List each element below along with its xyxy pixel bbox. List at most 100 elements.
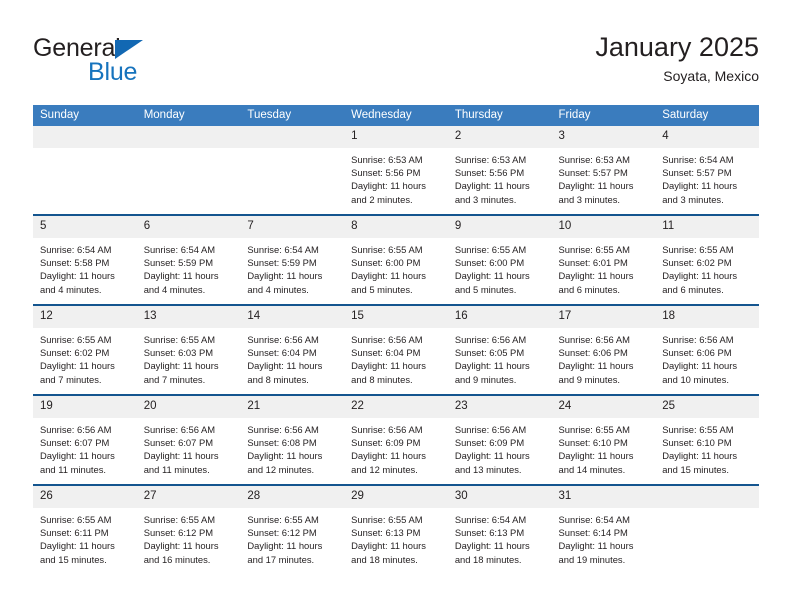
- calendar-day-cell[interactable]: 22 Sunrise: 6:56 AM Sunset: 6:09 PM Dayligh…: [344, 394, 448, 485]
- calendar-day-cell[interactable]: 2 Sunrise: 6:53 AM Sunset: 5:56 PM Daylight…: [447, 126, 552, 215]
- daylight-text-line2: and 13 minutes.: [454, 463, 522, 475]
- calendar-day-cell[interactable]: [136, 126, 241, 215]
- sunset-text: Sunset: 6:04 PM: [247, 347, 317, 359]
- sunset-text: Sunset: 6:08 PM: [247, 437, 317, 449]
- day-number: 13: [136, 306, 241, 328]
- day-number: 24: [551, 396, 656, 418]
- sunrise-text: Sunrise: 6:54 AM: [40, 244, 112, 255]
- calendar-day-cell[interactable]: 18 Sunrise: 6:56 AM Sunset: 6:06 PM Dayligh…: [655, 304, 759, 395]
- calendar-day-cell[interactable]: 17 Sunrise: 6:56 AM Sunset: 6:06 PM Dayligh…: [551, 304, 656, 395]
- day-details: Sunrise: 6:55 AM Sunset: 6:13 PM Daylight:…: [344, 508, 448, 566]
- calendar-day-cell[interactable]: 12 Sunrise: 6:55 AM Sunset: 6:02 PM Dayligh…: [33, 304, 137, 395]
- calendar-day-cell[interactable]: 7 Sunrise: 6:54 AM Sunset: 5:59 PM Daylight…: [240, 214, 345, 305]
- calendar-day-cell[interactable]: 9 Sunrise: 6:55 AM Sunset: 6:00 PM Daylight…: [447, 214, 552, 305]
- daylight-text-line2: and 17 minutes.: [247, 553, 315, 565]
- calendar-day-cell[interactable]: 6 Sunrise: 6:54 AM Sunset: 5:59 PM Daylight…: [136, 214, 241, 305]
- daylight-text-line2: and 9 minutes.: [454, 373, 517, 385]
- daylight-text-line2: and 5 minutes.: [454, 283, 517, 295]
- daylight-text-line1: Daylight: 11 hours: [454, 450, 530, 462]
- daylight-text-line1: Daylight: 11 hours: [662, 360, 738, 372]
- calendar-day-cell[interactable]: 1 Sunrise: 6:53 AM Sunset: 5:56 PM Daylight…: [344, 126, 448, 215]
- calendar-day-cell[interactable]: 20 Sunrise: 6:56 AM Sunset: 6:07 PM Dayligh…: [136, 394, 241, 485]
- calendar-day-cell[interactable]: 30 Sunrise: 6:54 AM Sunset: 6:13 PM Dayligh…: [447, 484, 552, 574]
- calendar-day-cell[interactable]: 23 Sunrise: 6:56 AM Sunset: 6:09 PM Dayligh…: [447, 394, 552, 485]
- calendar-day-cell[interactable]: 3 Sunrise: 6:53 AM Sunset: 5:57 PM Daylight…: [551, 126, 656, 215]
- calendar-day-cell[interactable]: [240, 126, 345, 215]
- calendar-week-row: 26 Sunrise: 6:55 AM Sunset: 6:11 PM Dayligh…: [33, 484, 759, 574]
- daylight-text-line1: Daylight: 11 hours: [143, 270, 219, 282]
- daylight-text-line2: and 9 minutes.: [558, 373, 621, 385]
- daylight-text-line1: Daylight: 11 hours: [247, 450, 323, 462]
- logo-triangle-icon: [115, 40, 143, 59]
- day-details: Sunrise: 6:55 AM Sunset: 6:12 PM Daylight:…: [137, 508, 241, 566]
- day-number: 26: [33, 486, 137, 508]
- day-details: Sunrise: 6:55 AM Sunset: 6:02 PM Daylight:…: [33, 328, 137, 386]
- sunrise-text: Sunrise: 6:54 AM: [558, 514, 630, 525]
- sunset-text: Sunset: 5:57 PM: [662, 167, 732, 179]
- calendar-day-cell[interactable]: 11 Sunrise: 6:55 AM Sunset: 6:02 PM Dayligh…: [655, 214, 759, 305]
- day-details: [137, 148, 241, 153]
- daylight-text-line1: Daylight: 11 hours: [40, 450, 115, 462]
- day-details: Sunrise: 6:55 AM Sunset: 6:00 PM Daylight:…: [344, 238, 448, 296]
- day-details: Sunrise: 6:55 AM Sunset: 6:10 PM Daylight:…: [655, 418, 759, 476]
- calendar-day-cell[interactable]: 10 Sunrise: 6:55 AM Sunset: 6:01 PM Dayligh…: [551, 214, 656, 305]
- calendar-day-cell[interactable]: 8 Sunrise: 6:55 AM Sunset: 6:00 PM Daylight…: [344, 214, 448, 305]
- calendar-day-cell[interactable]: [33, 126, 137, 215]
- general-blue-logo[interactable]: General Blue: [33, 34, 253, 92]
- calendar-day-cell[interactable]: 5 Sunrise: 6:54 AM Sunset: 5:58 PM Daylight…: [33, 214, 137, 305]
- day-number: [655, 486, 759, 508]
- day-number: 14: [240, 306, 345, 328]
- calendar-day-cell[interactable]: 24 Sunrise: 6:55 AM Sunset: 6:10 PM Dayligh…: [551, 394, 656, 485]
- day-number: 19: [33, 396, 137, 418]
- calendar-day-cell[interactable]: 28 Sunrise: 6:55 AM Sunset: 6:12 PM Dayligh…: [240, 484, 345, 574]
- daylight-text-line2: and 8 minutes.: [247, 373, 309, 385]
- sunrise-text: Sunrise: 6:53 AM: [351, 154, 423, 165]
- daylight-text-line1: Daylight: 11 hours: [351, 270, 426, 282]
- daylight-text-line1: Daylight: 11 hours: [351, 450, 426, 462]
- sunset-text: Sunset: 6:09 PM: [454, 437, 525, 449]
- sunset-text: Sunset: 6:12 PM: [247, 527, 317, 539]
- calendar-day-cell[interactable]: 16 Sunrise: 6:56 AM Sunset: 6:05 PM Dayligh…: [447, 304, 552, 395]
- calendar-day-cell[interactable]: 29 Sunrise: 6:55 AM Sunset: 6:13 PM Dayligh…: [344, 484, 448, 574]
- sunrise-text: Sunrise: 6:56 AM: [454, 424, 527, 435]
- sunrise-sunset-calendar: Sunday Monday Tuesday Wednesday Thursday…: [33, 105, 759, 574]
- sunset-text: Sunset: 6:07 PM: [40, 437, 110, 449]
- calendar-day-cell[interactable]: [655, 484, 759, 574]
- day-number: [240, 126, 345, 148]
- daylight-text-line2: and 4 minutes.: [247, 283, 309, 295]
- calendar-day-cell[interactable]: 27 Sunrise: 6:55 AM Sunset: 6:12 PM Dayligh…: [136, 484, 241, 574]
- sunset-text: Sunset: 6:13 PM: [351, 527, 421, 539]
- day-details: Sunrise: 6:55 AM Sunset: 6:01 PM Daylight:…: [552, 238, 656, 296]
- daylight-text-line1: Daylight: 11 hours: [143, 450, 219, 462]
- daylight-text-line2: and 10 minutes.: [662, 373, 729, 385]
- daylight-text-line1: Daylight: 11 hours: [662, 270, 738, 282]
- sunrise-text: Sunrise: 6:56 AM: [351, 424, 423, 435]
- sunrise-text: Sunrise: 6:54 AM: [247, 244, 319, 255]
- day-details: Sunrise: 6:56 AM Sunset: 6:05 PM Daylight:…: [448, 328, 552, 386]
- sunset-text: Sunset: 5:58 PM: [40, 257, 110, 269]
- day-number: 22: [344, 396, 448, 418]
- sunrise-text: Sunrise: 6:55 AM: [558, 424, 630, 435]
- calendar-day-cell[interactable]: 31 Sunrise: 6:54 AM Sunset: 6:14 PM Dayligh…: [551, 484, 656, 574]
- calendar-day-cell[interactable]: 4 Sunrise: 6:54 AM Sunset: 5:57 PM Daylight…: [655, 126, 759, 215]
- calendar-day-cell[interactable]: 25 Sunrise: 6:55 AM Sunset: 6:10 PM Dayligh…: [655, 394, 759, 485]
- title-block: January 2025 Soyata, Mexico: [595, 30, 759, 86]
- daylight-text-line1: Daylight: 11 hours: [558, 450, 634, 462]
- calendar-day-cell[interactable]: 13 Sunrise: 6:55 AM Sunset: 6:03 PM Dayligh…: [136, 304, 241, 395]
- sunrise-text: Sunrise: 6:55 AM: [351, 244, 423, 255]
- weekday-header-friday: Friday: [551, 105, 656, 126]
- calendar-day-cell[interactable]: 26 Sunrise: 6:55 AM Sunset: 6:11 PM Dayligh…: [33, 484, 137, 574]
- calendar-day-cell[interactable]: 19 Sunrise: 6:56 AM Sunset: 6:07 PM Dayligh…: [33, 394, 137, 485]
- day-details: Sunrise: 6:55 AM Sunset: 6:03 PM Daylight:…: [137, 328, 241, 386]
- day-number: 3: [551, 126, 656, 148]
- day-details: Sunrise: 6:54 AM Sunset: 6:13 PM Daylight:…: [448, 508, 552, 566]
- day-details: Sunrise: 6:56 AM Sunset: 6:04 PM Daylight:…: [240, 328, 344, 386]
- calendar-day-cell[interactable]: 14 Sunrise: 6:56 AM Sunset: 6:04 PM Dayligh…: [240, 304, 345, 395]
- weekday-header-thursday: Thursday: [447, 105, 552, 126]
- sunrise-text: Sunrise: 6:55 AM: [351, 514, 423, 525]
- sunrise-text: Sunrise: 6:55 AM: [558, 244, 630, 255]
- sunrise-text: Sunrise: 6:55 AM: [662, 424, 734, 435]
- daylight-text-line1: Daylight: 11 hours: [247, 270, 323, 282]
- calendar-day-cell[interactable]: 15 Sunrise: 6:56 AM Sunset: 6:04 PM Dayligh…: [344, 304, 448, 395]
- calendar-day-cell[interactable]: 21 Sunrise: 6:56 AM Sunset: 6:08 PM Dayligh…: [240, 394, 345, 485]
